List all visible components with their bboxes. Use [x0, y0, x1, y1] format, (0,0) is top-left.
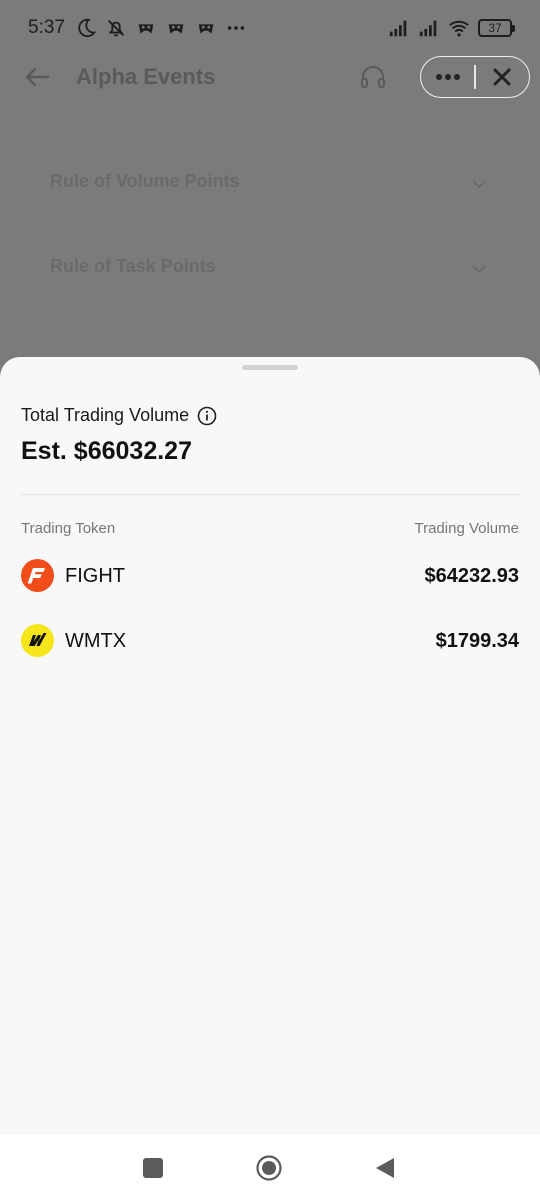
- sheet-drag-handle[interactable]: [242, 365, 298, 370]
- app-header: Alpha Events: [0, 56, 540, 100]
- close-icon: [493, 68, 511, 86]
- total-trading-volume-value: Est. $66032.27: [21, 437, 192, 465]
- home-circle-icon[interactable]: [256, 1155, 282, 1181]
- chevron-down-icon: [472, 265, 486, 274]
- bell-off-icon: [108, 20, 124, 37]
- back-triangle-icon[interactable]: [372, 1155, 398, 1181]
- more-horizontal-icon: [435, 74, 460, 80]
- signal-icon: [389, 20, 407, 37]
- wmtx-token-icon: [21, 624, 54, 657]
- divider: [21, 494, 519, 495]
- back-arrow-icon[interactable]: [22, 62, 52, 92]
- fight-token-icon: [21, 559, 54, 592]
- chevron-down-icon: [472, 180, 486, 189]
- info-icon[interactable]: [197, 406, 217, 426]
- status-right: 37: [388, 17, 515, 39]
- close-button[interactable]: [476, 57, 529, 97]
- rule-volume-points[interactable]: Rule of Volume Points: [0, 163, 540, 203]
- rule-task-points[interactable]: Rule of Task Points: [0, 248, 540, 288]
- wifi-icon: [449, 20, 469, 37]
- token-volume: $1799.34: [435, 630, 519, 652]
- headset-icon[interactable]: [358, 62, 388, 92]
- game-icon: [138, 24, 154, 34]
- more-button[interactable]: [421, 57, 474, 97]
- status-bar: 5:37 37: [0, 0, 540, 56]
- rule-label: Rule of Task Points: [50, 256, 216, 276]
- total-trading-volume-label: Total Trading Volume: [21, 405, 190, 425]
- token-volume: $64232.93: [424, 565, 519, 587]
- status-time: 5:37: [28, 17, 65, 38]
- status-left: 5:37: [28, 17, 247, 39]
- battery-icon: 37: [478, 19, 515, 37]
- column-header-token: Trading Token: [21, 520, 116, 537]
- total-label-row: Total Trading Volume: [21, 405, 217, 426]
- trading-volume-sheet: Total Trading Volume Est. $66032.27 Trad…: [0, 357, 540, 1135]
- token-name: WMTX: [65, 630, 127, 652]
- list-item: WMTX $1799.34: [21, 624, 519, 660]
- token-name: FIGHT: [65, 565, 125, 587]
- rule-label: Rule of Volume Points: [50, 171, 240, 191]
- game-icon: [168, 24, 184, 34]
- moon-icon: [78, 18, 97, 38]
- recents-square-icon[interactable]: [140, 1155, 166, 1181]
- navigation-bar: [0, 1135, 540, 1200]
- page-title: Alpha Events: [76, 64, 216, 89]
- mini-program-capsule: [420, 56, 530, 98]
- signal-icon: [419, 20, 437, 37]
- game-icon: [198, 24, 214, 34]
- more-dots-icon: [227, 26, 245, 30]
- list-item: FIGHT $64232.93: [21, 559, 519, 595]
- column-header-volume: Trading Volume: [414, 520, 519, 537]
